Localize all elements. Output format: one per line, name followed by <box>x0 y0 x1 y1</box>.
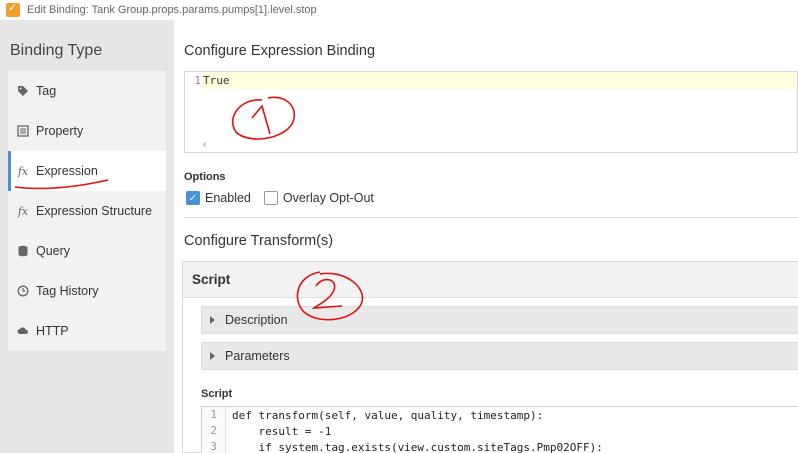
binding-type-list: Tag Property fx Expression fx Expression… <box>8 71 166 351</box>
sidebar-item-label: Expression Structure <box>36 204 153 218</box>
script-code-editor[interactable]: 1 def transform(self, value, quality, ti… <box>201 406 798 453</box>
enabled-label: Enabled <box>205 191 251 205</box>
clock-icon <box>16 284 30 298</box>
sidebar-item-label: Expression <box>36 164 98 178</box>
chevron-right-icon <box>210 352 215 360</box>
sidebar-item-label: Tag <box>36 84 57 98</box>
property-icon <box>16 124 30 138</box>
sidebar-item-property[interactable]: Property <box>8 111 166 151</box>
tag-icon <box>16 84 30 98</box>
sidebar-item-tag[interactable]: Tag <box>8 71 166 111</box>
expression-line: 1 True <box>185 72 797 89</box>
sidebar-item-label: Query <box>36 244 71 258</box>
options-row: ✓ Enabled Overlay Opt-Out <box>186 191 387 205</box>
parameters-accordion[interactable]: Parameters <box>201 342 798 370</box>
line-number: 3 <box>202 439 226 453</box>
expression-section-title: Configure Expression Binding <box>184 43 376 59</box>
expression-editor[interactable]: 1 True ‹ <box>184 71 798 153</box>
transform-section-title: Configure Transform(s) <box>184 233 334 249</box>
description-accordion[interactable]: Description <box>201 306 798 334</box>
overlay-opt-out-label: Overlay Opt-Out <box>282 191 374 205</box>
line-number: 1 <box>202 407 226 423</box>
script-label: Script <box>201 388 233 400</box>
cloud-icon <box>16 324 30 338</box>
sidebar-item-http[interactable]: HTTP <box>8 311 166 351</box>
enabled-checkbox[interactable]: ✓ Enabled <box>186 191 251 205</box>
sidebar-item-label: Tag History <box>36 284 99 298</box>
line-number: 1 <box>185 72 203 89</box>
code-text[interactable]: result = -1 <box>226 425 331 438</box>
checkmark-icon[interactable]: ✓ <box>186 191 200 205</box>
expression-code[interactable]: True <box>203 74 230 87</box>
code-line: 2 result = -1 <box>202 423 798 439</box>
line-number: 2 <box>202 423 226 439</box>
divider <box>184 217 798 218</box>
sidebar-item-query[interactable]: Query <box>8 231 166 271</box>
sidebar-item-expression[interactable]: fx Expression <box>8 151 166 191</box>
sidebar-heading: Binding Type <box>10 42 103 59</box>
code-line: 1 def transform(self, value, quality, ti… <box>202 407 798 423</box>
description-label: Description <box>225 313 288 327</box>
sidebar-item-label: Property <box>36 124 84 138</box>
fx-icon: fx <box>17 204 29 218</box>
app-icon <box>6 1 20 17</box>
fx-icon: fx <box>17 164 29 178</box>
options-label: Options <box>184 171 226 183</box>
database-icon <box>16 244 30 258</box>
chevron-right-icon <box>210 316 215 324</box>
sidebar-item-expression-structure[interactable]: fx Expression Structure <box>8 191 166 231</box>
title-bar: Edit Binding: Tank Group.props.params.pu… <box>0 0 798 20</box>
script-transform-header[interactable]: Script <box>183 262 798 298</box>
code-text[interactable]: if system.tag.exists(view.custom.siteTag… <box>226 441 602 453</box>
binding-type-sidebar: Binding Type Tag Property fx Expression … <box>0 20 174 453</box>
code-text[interactable]: def transform(self, value, quality, time… <box>226 409 543 422</box>
parameters-label: Parameters <box>225 349 290 363</box>
window-title: Edit Binding: Tank Group.props.params.pu… <box>27 4 317 16</box>
scroll-left-icon[interactable]: ‹ <box>203 139 206 150</box>
checkbox-box[interactable] <box>263 191 278 205</box>
code-line: 3 if system.tag.exists(view.custom.siteT… <box>202 439 798 453</box>
script-transform-card: Script Description Parameters Script 1 d… <box>182 261 798 453</box>
sidebar-item-label: HTTP <box>36 324 69 338</box>
sidebar-item-tag-history[interactable]: Tag History <box>8 271 166 311</box>
overlay-opt-out-checkbox[interactable]: Overlay Opt-Out <box>263 191 374 205</box>
main-panel: Configure Expression Binding 1 True ‹ Op… <box>174 20 798 453</box>
